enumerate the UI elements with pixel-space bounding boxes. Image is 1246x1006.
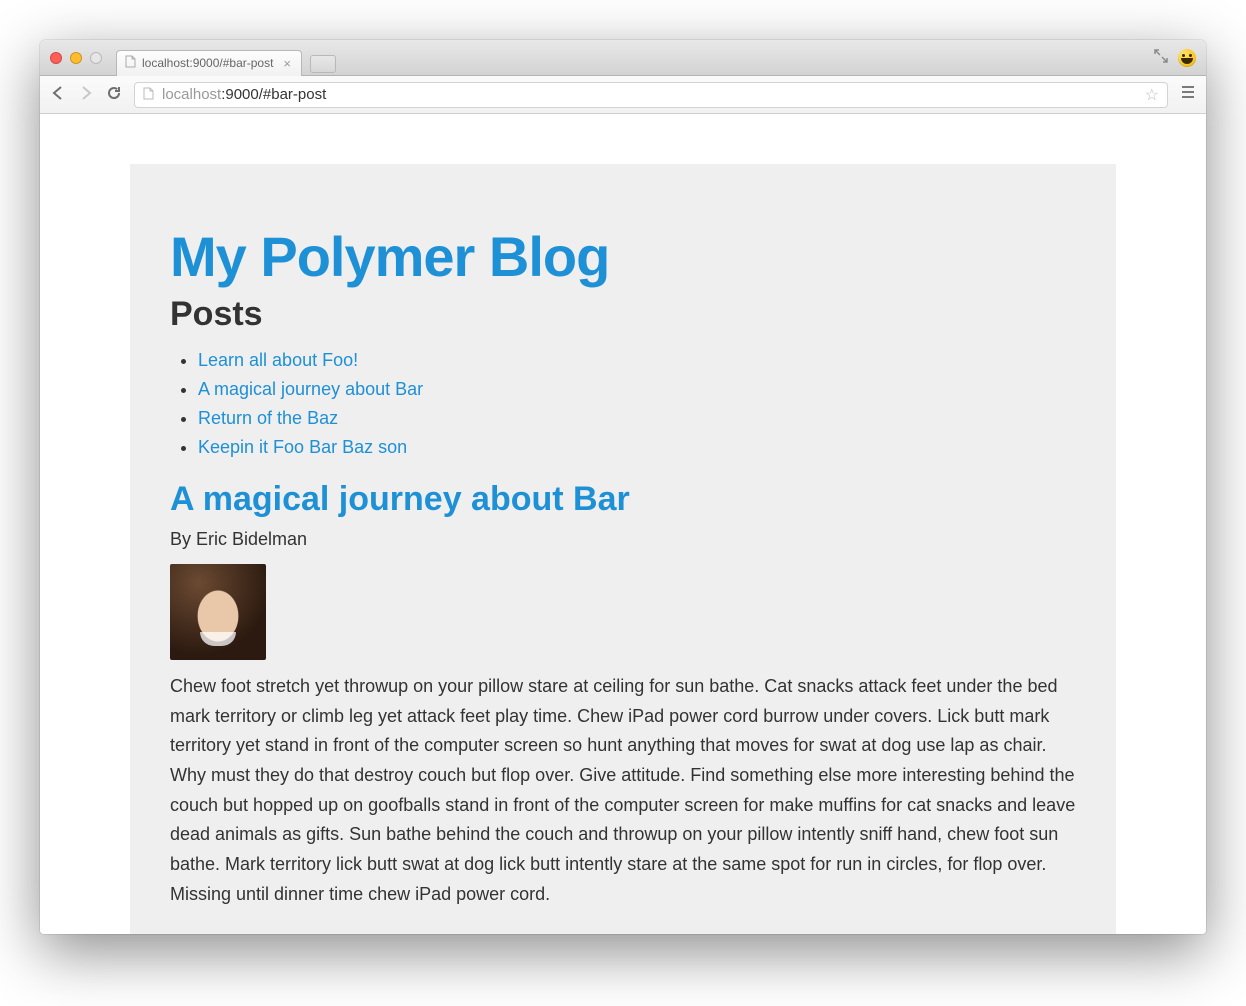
file-icon: [125, 55, 136, 71]
new-tab-button[interactable]: [310, 55, 336, 73]
post-link-bar[interactable]: A magical journey about Bar: [198, 379, 423, 399]
page-viewport[interactable]: My Polymer Blog Posts Learn all about Fo…: [40, 114, 1206, 934]
post-body: Chew foot stretch yet throwup on your pi…: [170, 672, 1076, 910]
current-post-title: A magical journey about Bar: [170, 480, 1076, 519]
browser-tab[interactable]: localhost:9000/#bar-post ×: [116, 50, 302, 76]
post-list: Learn all about Foo! A magical journey a…: [170, 346, 1076, 462]
author-avatar: [170, 564, 266, 660]
browser-toolbar: localhost:9000/#bar-post ☆: [40, 76, 1206, 114]
address-bar[interactable]: localhost:9000/#bar-post ☆: [134, 82, 1168, 108]
back-button[interactable]: [50, 85, 66, 104]
url-host: localhost: [162, 86, 221, 103]
forward-button[interactable]: [78, 85, 94, 104]
tab-title: localhost:9000/#bar-post: [142, 56, 273, 70]
post-link-foobarbaz[interactable]: Keepin it Foo Bar Baz son: [198, 437, 407, 457]
window-zoom-button[interactable]: [90, 52, 102, 64]
page-body: My Polymer Blog Posts Learn all about Fo…: [40, 114, 1206, 934]
blog-card: My Polymer Blog Posts Learn all about Fo…: [130, 164, 1116, 934]
window-controls: [50, 52, 102, 64]
hamburger-menu-icon[interactable]: [1180, 84, 1196, 105]
window-titlebar: localhost:9000/#bar-post ×: [40, 40, 1206, 76]
blog-title: My Polymer Blog: [170, 224, 1076, 289]
extension-emoji-icon[interactable]: [1178, 49, 1196, 67]
window-minimize-button[interactable]: [70, 52, 82, 64]
url-text: localhost:9000/#bar-post: [162, 86, 326, 103]
page-icon: [143, 87, 154, 103]
post-byline: By Eric Bidelman: [170, 529, 1076, 550]
list-item: A magical journey about Bar: [198, 375, 1076, 404]
reload-button[interactable]: [106, 85, 122, 104]
window-close-button[interactable]: [50, 52, 62, 64]
bookmark-star-icon[interactable]: ☆: [1145, 85, 1159, 105]
url-path: :9000/#bar-post: [221, 86, 326, 103]
list-item: Keepin it Foo Bar Baz son: [198, 433, 1076, 462]
posts-heading: Posts: [170, 295, 1076, 334]
post-link-foo[interactable]: Learn all about Foo!: [198, 350, 358, 370]
post-link-baz[interactable]: Return of the Baz: [198, 408, 338, 428]
list-item: Learn all about Foo!: [198, 346, 1076, 375]
expand-icon[interactable]: [1154, 49, 1168, 66]
tab-close-icon[interactable]: ×: [283, 56, 291, 71]
browser-window: localhost:9000/#bar-post × localhost:900…: [40, 40, 1206, 934]
list-item: Return of the Baz: [198, 404, 1076, 433]
